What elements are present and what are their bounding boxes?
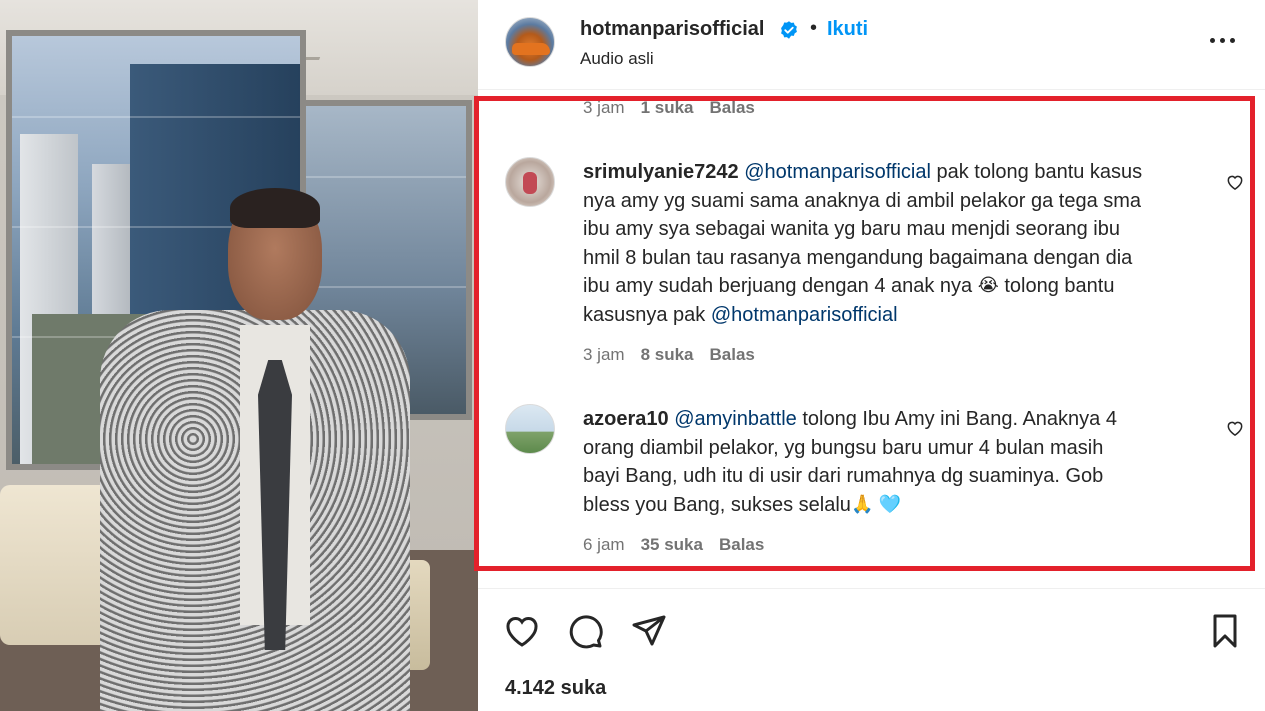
post-like-count[interactable]: 4.142 suka — [505, 677, 606, 700]
prev-comment-reply-button[interactable]: Balas — [710, 98, 755, 117]
like-heart-icon[interactable] — [502, 611, 542, 651]
comment-avatar[interactable] — [505, 157, 555, 207]
author-username[interactable]: hotmanparisofficial — [580, 18, 764, 41]
comment-line: pak tolong bantu kasus — [930, 161, 1143, 183]
comment-line: hmil 8 bulan tau rasanya mengandung baga… — [583, 246, 1133, 269]
comment-reply-button[interactable]: Balas — [719, 535, 764, 554]
post-panel: hotmanparisofficial • Ikuti Audio asli 3… — [478, 0, 1265, 711]
comment-username[interactable]: srimulyanie7242 — [583, 161, 739, 183]
comment-line: orang diambil pelakor, yg bungsu baru um… — [583, 436, 1104, 459]
comment-icon[interactable] — [565, 611, 605, 651]
comment-mention[interactable]: @hotmanparisofficial — [744, 161, 931, 183]
prev-comment-meta: 3 jam 1 suka Balas — [583, 98, 755, 118]
comment-mention[interactable]: @amyinbattle — [674, 408, 797, 430]
comment-like-heart-icon[interactable] — [1225, 172, 1245, 192]
header-separator: • — [810, 17, 818, 39]
comment-likes[interactable]: 35 suka — [641, 535, 703, 554]
audio-label[interactable]: Audio asli — [580, 49, 654, 69]
post-header: hotmanparisofficial • Ikuti Audio asli — [478, 0, 1265, 90]
comment-line: ibu amy sya sebagai wanita yg baru mau m… — [583, 218, 1120, 240]
comment-time: 3 jam — [583, 345, 625, 364]
comment-meta: 6 jam 35 suka Balas — [583, 535, 764, 555]
comment-username[interactable]: azoera10 — [583, 408, 669, 430]
share-icon[interactable] — [629, 611, 669, 651]
verified-badge-icon — [781, 21, 797, 39]
comment-avatar[interactable] — [505, 404, 555, 454]
comment-line: tolong bantu — [998, 275, 1115, 297]
prev-comment-time: 3 jam — [583, 98, 625, 117]
comments-list[interactable]: 3 jam 1 suka Balas srimulyanie7242 @hotman… — [478, 92, 1265, 572]
comment-meta: 3 jam 8 suka Balas — [583, 345, 755, 365]
comment-reply-button[interactable]: Balas — [710, 345, 755, 364]
comment-time: 6 jam — [583, 535, 625, 554]
blue-heart-emoji: 🩵 — [878, 493, 902, 514]
comment-mention[interactable]: @hotmanparisofficial — [711, 304, 898, 326]
comment-text: srimulyanie7242 @hotmanparisofficial pak… — [583, 158, 1203, 329]
post-media[interactable] — [0, 0, 478, 711]
follow-button[interactable]: Ikuti — [827, 18, 868, 41]
comment-text: azoera10 @amyinbattle tolong Ibu Amy ini… — [583, 405, 1203, 519]
comment-line: nya amy yg suami sama anaknya di ambil p… — [583, 189, 1142, 212]
comment-line: kasusnya pak — [583, 303, 711, 326]
comment-line: tolong Ibu Amy ini Bang. Anaknya 4 — [796, 408, 1117, 430]
crying-emoji: 😭 — [977, 275, 999, 295]
comment-line: ibu amy sudah berjuang dengan 4 anak nya — [583, 275, 978, 297]
comment-line: bless you Bang, sukses selalu — [583, 493, 851, 516]
author-avatar[interactable] — [505, 17, 555, 67]
post-action-bar — [478, 588, 1265, 668]
comment-line: bayi Bang, udh itu di usir dari rumahnya… — [583, 465, 1104, 487]
media-person — [90, 188, 410, 711]
more-options-icon[interactable] — [1210, 38, 1236, 46]
bookmark-icon[interactable] — [1205, 611, 1245, 651]
comment-likes[interactable]: 8 suka — [641, 345, 694, 364]
comment-like-heart-icon[interactable] — [1225, 418, 1245, 438]
praying-hands-emoji: 🙏 — [850, 493, 874, 514]
prev-comment-likes[interactable]: 1 suka — [641, 98, 694, 117]
